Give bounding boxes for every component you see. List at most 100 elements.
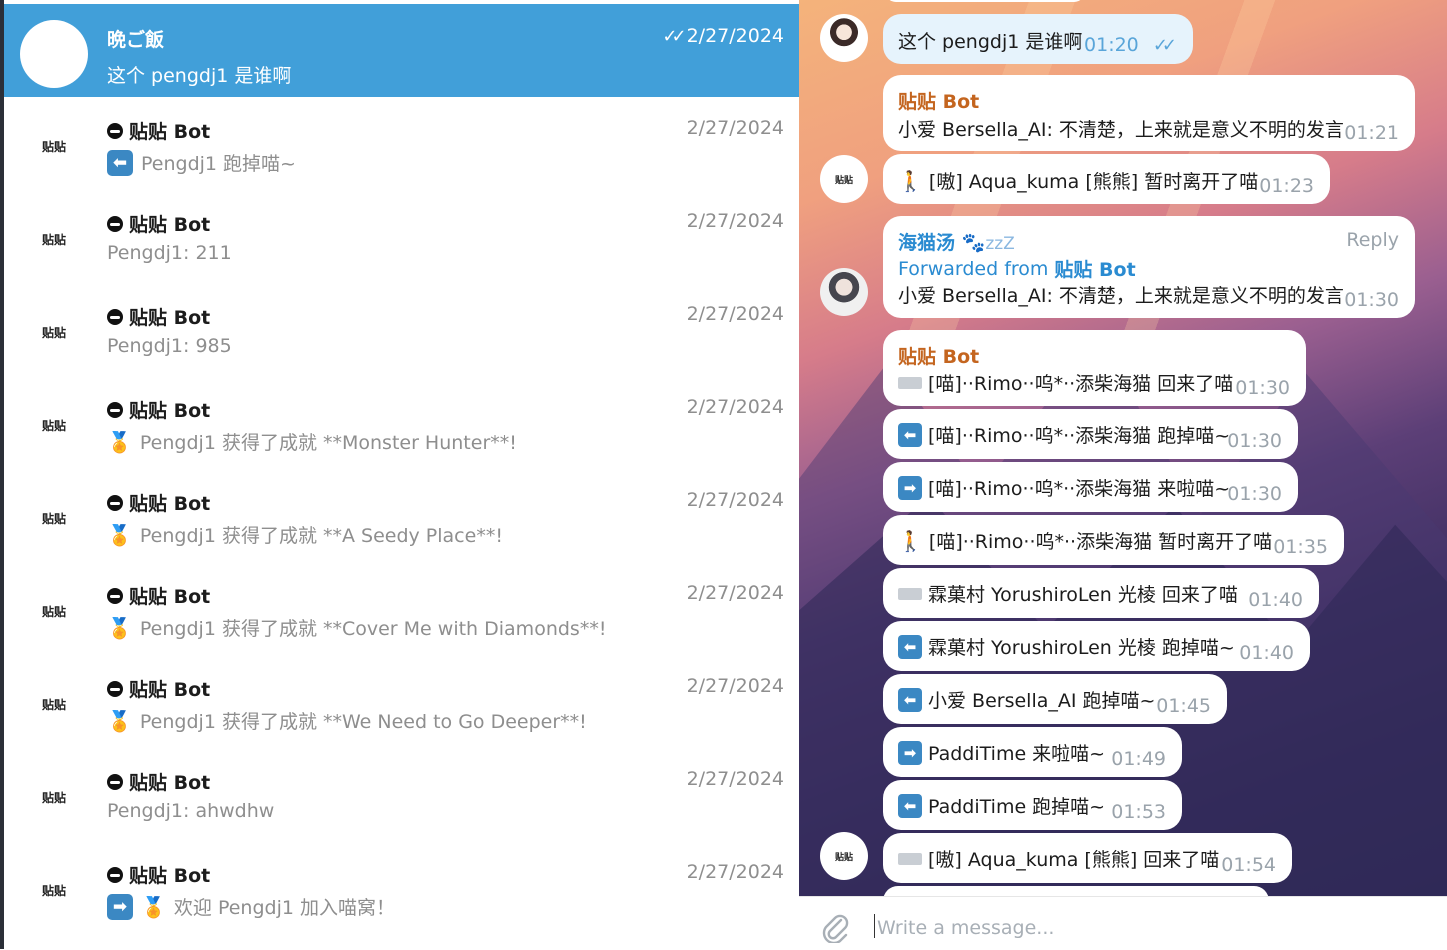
- paw-icon: 🐾: [961, 232, 986, 254]
- bot-avatar[interactable]: 贴贴: [820, 155, 868, 203]
- message-time: 01:49: [1111, 748, 1166, 770]
- chat-avatar: 贴贴: [20, 484, 88, 552]
- bot-icon: [107, 588, 123, 604]
- message-time: 01:45: [1156, 695, 1211, 717]
- message-time: 01:21: [1344, 122, 1399, 144]
- user-avatar[interactable]: [820, 268, 868, 316]
- chat-avatar: 贴贴: [20, 856, 88, 924]
- bot-avatar[interactable]: 贴贴: [820, 832, 868, 880]
- bot-icon: [107, 309, 123, 325]
- chat-title: 贴贴 Bot: [107, 489, 210, 516]
- message-text: 霖菓村 YorushiroLen 光棱 回来了喵: [898, 580, 1238, 607]
- message-sender[interactable]: 贴贴 Bot: [898, 87, 979, 114]
- chat-preview: 这个 pengdj1 是谁啊: [107, 65, 292, 87]
- message-text: 🚶 [喵]··Rimo··呜*··添柴海猫 暂时离开了喵: [898, 528, 1273, 554]
- message-text: [嗷] Aqua_kuma [熊熊] 回来了喵: [898, 845, 1219, 872]
- bot-icon: [107, 774, 123, 790]
- message-input[interactable]: Write a message...: [877, 917, 1054, 939]
- message-text: 小爱 Bersella_AI: 不清楚，上来就是意义不明的发言: [898, 285, 1344, 307]
- chat-date: 2/27/2024: [686, 582, 784, 604]
- chat-row[interactable]: 贴贴 贴贴 Bot 2/27/2024 Pengdj1: 985: [4, 283, 799, 376]
- chat-title: 贴贴 Bot: [107, 768, 210, 795]
- message-bubble-partial: [883, 886, 1269, 896]
- message-sender[interactable]: 海猫汤 🐾zzZ: [898, 228, 1015, 255]
- arrow-left-icon: ⬅: [898, 422, 922, 447]
- chat-title: 贴贴 Bot: [107, 117, 210, 144]
- arrow-left-icon: ⬅: [898, 793, 922, 818]
- chat-avatar: 贴贴: [20, 205, 88, 273]
- chat-row[interactable]: 贴贴 贴贴 Bot 2/27/2024 🏅 Pengdj1 获得了成就 **Cov…: [4, 562, 799, 655]
- chat-date: 2/27/2024: [686, 675, 784, 697]
- bot-icon: [107, 681, 123, 697]
- chat-row[interactable]: 贴贴 贴贴 Bot 2/27/2024 🏅 Pengdj1 获得了成就 **Mon…: [4, 376, 799, 469]
- read-check-icon: ✓✓: [1152, 35, 1177, 56]
- bot-icon: [107, 867, 123, 883]
- message-composer[interactable]: Write a message...: [799, 896, 1447, 949]
- message-sender[interactable]: 贴贴 Bot: [898, 342, 979, 369]
- arrow-left-icon: ⬅: [898, 634, 922, 659]
- medal-icon: 🏅: [107, 708, 132, 733]
- chat-row[interactable]: 贴贴 贴贴 Bot 2/27/2024 🏅 Pengdj1 获得了成就 **We …: [4, 655, 799, 748]
- chat-row[interactable]: 贴贴 贴贴 Bot 2/27/2024 ⬅ Pengdj1 跑掉喵~: [4, 97, 799, 190]
- medal-icon: 🏅: [107, 522, 132, 547]
- bot-icon: [107, 216, 123, 232]
- chat-preview: 🏅 Pengdj1 获得了成就 **Cover Me with Diamonds*…: [107, 615, 607, 641]
- arrow-right-icon: ➡: [898, 475, 922, 500]
- read-check-icon: ✓✓: [662, 26, 686, 47]
- chat-preview: 🏅 Pengdj1 获得了成就 **We Need to Go Deeper**!: [107, 708, 587, 734]
- walking-person-icon: 🚶: [898, 528, 923, 553]
- message-bubble[interactable]: 霖菓村 YorushiroLen 光棱 回来了喵 01:40: [883, 568, 1319, 618]
- message-text: ➡ PaddiTime 来啦喵~: [898, 739, 1105, 766]
- user-avatar[interactable]: [820, 14, 868, 62]
- chat-list: 晩ご飯 ✓✓ 2/27/2024 这个 pengdj1 是谁啊 贴贴 贴贴 Bot…: [0, 0, 799, 949]
- message-bubble[interactable]: ⬅ 小爱 Bersella_AI 跑掉喵~ 01:45: [883, 674, 1227, 724]
- message-text: ⬅ PaddiTime 跑掉喵~: [898, 792, 1105, 819]
- message-bubble[interactable]: [嗷] Aqua_kuma [熊熊] 回来了喵 01:54: [883, 833, 1292, 883]
- message-bubble[interactable]: 海猫汤 🐾zzZ Reply Forwarded from 贴贴 Bot 小爱 B…: [883, 216, 1415, 318]
- chat-preview: 🏅 Pengdj1 获得了成就 **A Seedy Place**!: [107, 522, 503, 548]
- message-bubble[interactable]: 贴贴 Bot [喵]··Rimo··呜*··添柴海猫 回来了喵 01:30: [883, 330, 1306, 406]
- message-time: 01:30: [1227, 483, 1282, 505]
- attach-icon[interactable]: [821, 911, 849, 950]
- bot-icon: [107, 123, 123, 139]
- text-caret: [874, 914, 875, 938]
- chat-row[interactable]: 晩ご飯 ✓✓ 2/27/2024 这个 pengdj1 是谁啊: [4, 4, 799, 97]
- arrow-left-icon: ⬅: [107, 149, 133, 176]
- message-time: 01:30: [1235, 377, 1290, 399]
- forwarded-from[interactable]: Forwarded from 贴贴 Bot: [898, 255, 1136, 282]
- message-bubble[interactable]: 🚶 [嗷] Aqua_kuma [熊熊] 暂时离开了喵 01:23: [883, 154, 1330, 204]
- chat-row[interactable]: 贴贴 贴贴 Bot 2/27/2024 Pengdj1: ahwdhw: [4, 748, 799, 841]
- walking-person-icon: 🚶: [898, 168, 923, 193]
- message-time: 01:53: [1111, 801, 1166, 823]
- message-text: 🚶 [嗷] Aqua_kuma [熊熊] 暂时离开了喵: [898, 168, 1259, 194]
- message-history[interactable]: 这个 pengdj1 是谁啊 01:20 ✓✓ 贴贴 Bot 小爱 Bersel…: [799, 0, 1447, 896]
- message-text: 小爱 Bersella_AI: 不清楚，上来就是意义不明的发言: [898, 119, 1344, 141]
- message-bubble[interactable]: 贴贴 Bot 小爱 Bersella_AI: 不清楚，上来就是意义不明的发言 0…: [883, 75, 1415, 151]
- message-bubble[interactable]: 这个 pengdj1 是谁啊 01:20 ✓✓: [883, 14, 1193, 64]
- chat-date: 2/27/2024: [686, 768, 784, 790]
- message-bubble[interactable]: ⬅ PaddiTime 跑掉喵~ 01:53: [883, 780, 1182, 830]
- arrow-right-icon: ➡: [898, 740, 922, 765]
- message-time: 01:54: [1221, 854, 1276, 876]
- message-time: 01:40: [1248, 589, 1303, 611]
- chat-row[interactable]: 贴贴 贴贴 Bot 2/27/2024 Pengdj1: 211: [4, 190, 799, 283]
- message-text: ⬅ 小爱 Bersella_AI 跑掉喵~: [898, 686, 1155, 713]
- reply-button[interactable]: Reply: [1346, 229, 1399, 251]
- chat-date: 2/27/2024: [686, 117, 784, 139]
- chat-row[interactable]: 贴贴 贴贴 Bot 2/27/2024 🏅 Pengdj1 获得了成就 **A S…: [4, 469, 799, 562]
- message-time: 01:40: [1239, 642, 1294, 664]
- message-bubble[interactable]: 🚶 [喵]··Rimo··呜*··添柴海猫 暂时离开了喵 01:35: [883, 515, 1344, 565]
- medal-icon: 🏅: [107, 615, 132, 640]
- message-bubble[interactable]: ⬅ 霖菓村 YorushiroLen 光棱 跑掉喵~ 01:40: [883, 621, 1310, 671]
- chat-title: 贴贴 Bot: [107, 210, 210, 237]
- message-bubble[interactable]: ➡ PaddiTime 来啦喵~ 01:49: [883, 727, 1182, 777]
- chat-avatar: [20, 20, 88, 88]
- chat-avatar: 贴贴: [20, 112, 88, 180]
- chat-preview: ➡ 🏅 欢迎 Pengdj1 加入喵窝！: [107, 893, 395, 920]
- message-bubble[interactable]: ➡ [喵]··Rimo··呜*··添柴海猫 来啦喵~ 01:30: [883, 462, 1298, 512]
- message-bubble[interactable]: ⬅ [喵]··Rimo··呜*··添柴海猫 跑掉喵~ 01:30: [883, 409, 1298, 459]
- chat-title: 贴贴 Bot: [107, 861, 210, 888]
- message-time: 01:23: [1259, 175, 1314, 197]
- chat-row[interactable]: 贴贴 贴贴 Bot 2/27/2024 ➡ 🏅 欢迎 Pengdj1 加入喵窝！: [4, 841, 799, 934]
- message-time: 01:30: [1227, 430, 1282, 452]
